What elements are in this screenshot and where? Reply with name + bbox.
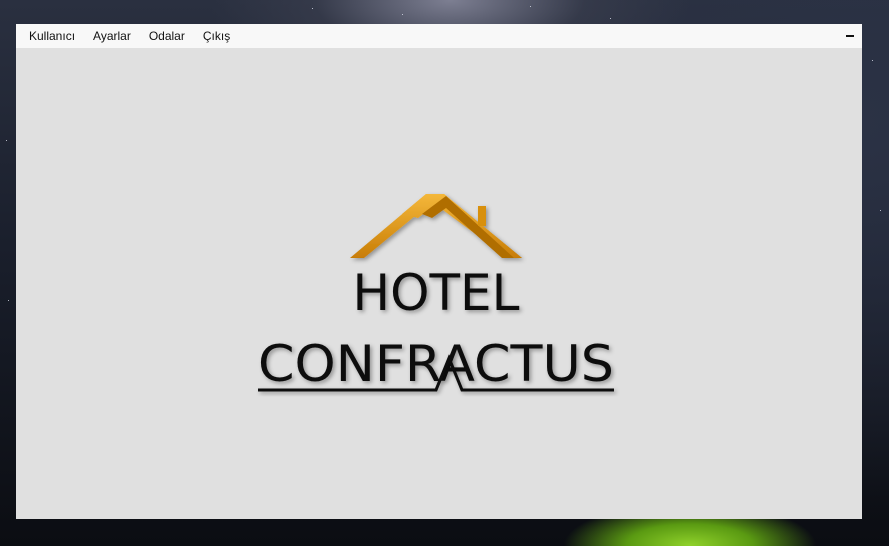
minimize-button[interactable] — [838, 24, 862, 48]
star — [872, 60, 873, 61]
menu-bar: Kullanıcı Ayarlar Odalar Çıkış — [16, 24, 862, 48]
menu-item-odalar[interactable]: Odalar — [140, 24, 194, 48]
hotel-app-window: Kullanıcı Ayarlar Odalar Çıkış HOTEL CON… — [16, 24, 862, 519]
hotel-logo: HOTEL CONFRACTUS — [258, 194, 614, 393]
star — [6, 140, 7, 141]
main-content: HOTEL CONFRACTUS — [16, 48, 862, 519]
logo-line1: HOTEL — [353, 264, 520, 322]
menu-item-cikis[interactable]: Çıkış — [194, 24, 239, 48]
star — [402, 14, 403, 15]
star — [880, 210, 881, 211]
menu-item-kullanici[interactable]: Kullanıcı — [16, 24, 84, 48]
star — [312, 8, 313, 9]
roof-icon — [350, 194, 522, 258]
star — [610, 18, 611, 19]
logo-line2: CONFRACTUS — [258, 335, 614, 393]
star — [8, 300, 9, 301]
menu-item-ayarlar[interactable]: Ayarlar — [84, 24, 140, 48]
minimize-icon — [846, 35, 854, 37]
star — [530, 6, 531, 7]
